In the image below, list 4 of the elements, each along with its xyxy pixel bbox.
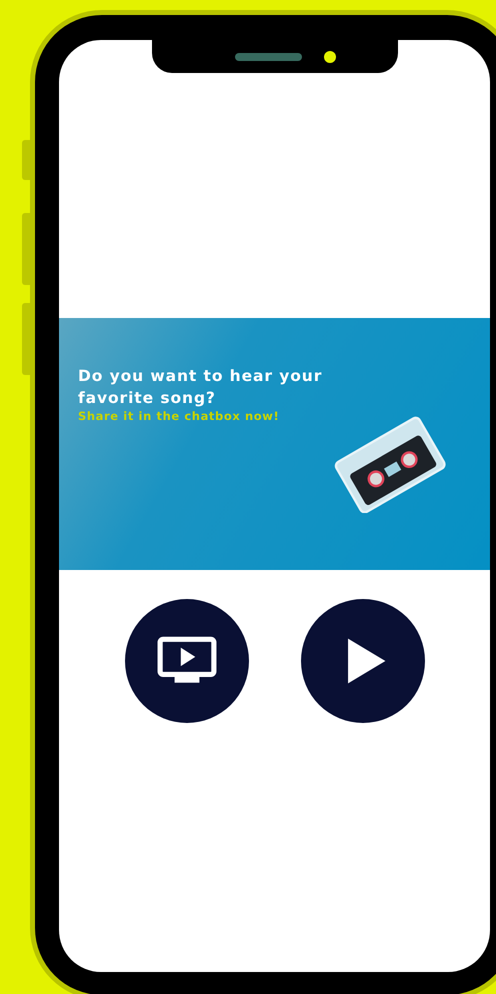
camera-icon <box>324 50 336 62</box>
banner-subtitle: Share it in the chatbox now! <box>78 409 280 423</box>
speaker-icon <box>234 52 302 60</box>
banner-title: Do you want to hear your favorite song? <box>78 366 324 409</box>
